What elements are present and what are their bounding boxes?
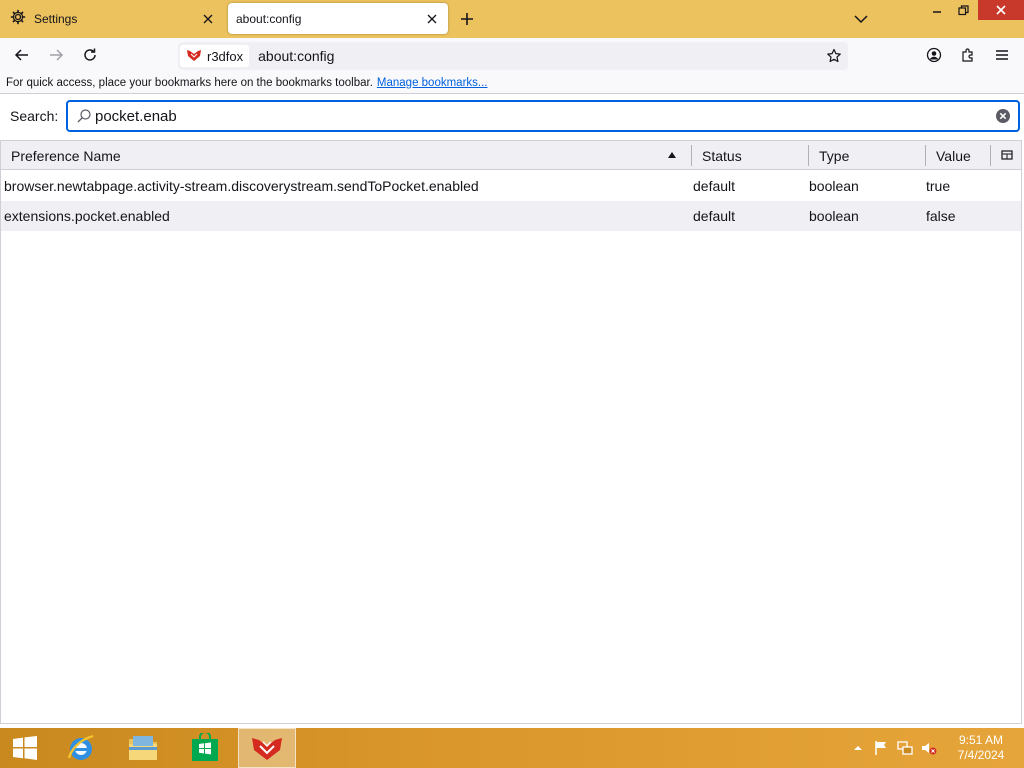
column-picker-icon[interactable] — [1001, 149, 1013, 161]
store-icon — [192, 733, 218, 761]
folder-icon — [129, 736, 157, 760]
r3dfox-taskbar-button[interactable] — [238, 728, 296, 768]
table-row[interactable]: extensions.pocket.enabled default boolea… — [1, 201, 1021, 231]
pref-name-cell: extensions.pocket.enabled — [4, 208, 170, 224]
column-header-status[interactable]: Status — [692, 141, 808, 170]
pref-value-cell[interactable]: false — [926, 201, 956, 231]
windows-taskbar: 9:51 AM 7/4/2024 — [0, 728, 1024, 768]
close-tab-icon[interactable] — [200, 11, 216, 27]
table-header: Preference Name Status Type Value — [1, 141, 1021, 170]
network-button[interactable] — [897, 740, 913, 756]
show-hidden-icons-button[interactable] — [850, 740, 866, 756]
account-button[interactable] — [921, 43, 947, 67]
column-header-label: Status — [702, 147, 742, 164]
window-close-button[interactable] — [978, 0, 1024, 20]
clock-date: 7/4/2024 — [957, 748, 1005, 762]
url-bar[interactable]: r3dfox about:config — [178, 42, 848, 70]
restore-icon — [957, 4, 969, 15]
column-header-label: Type — [819, 147, 850, 164]
column-divider[interactable] — [990, 145, 991, 166]
manage-bookmarks-link[interactable]: Manage bookmarks... — [377, 77, 488, 89]
network-icon — [897, 741, 913, 755]
extensions-button[interactable] — [955, 43, 981, 67]
action-center-button[interactable] — [873, 740, 889, 756]
search-icon — [77, 109, 91, 123]
search-box[interactable] — [66, 100, 1020, 132]
tab-settings[interactable]: Settings — [2, 3, 224, 34]
forward-button[interactable] — [43, 43, 69, 67]
internet-explorer-icon — [67, 734, 94, 760]
reload-icon — [84, 48, 96, 61]
identity-label: r3dfox — [207, 48, 244, 64]
arrow-left-icon — [14, 49, 28, 61]
pref-type-cell: boolean — [809, 178, 859, 194]
new-tab-button[interactable] — [456, 8, 478, 30]
bookmark-star-button[interactable] — [824, 46, 844, 66]
pref-type-cell: boolean — [809, 208, 859, 224]
column-header-type[interactable]: Type — [809, 141, 925, 170]
speaker-muted-icon — [922, 743, 937, 755]
file-explorer-button[interactable] — [118, 728, 168, 768]
store-button[interactable] — [180, 728, 230, 768]
close-icon — [996, 5, 1006, 15]
gear-icon — [10, 9, 26, 28]
url-text[interactable]: about:config — [258, 48, 334, 64]
r3dfox-logo-icon — [186, 48, 202, 65]
plus-icon — [461, 13, 473, 25]
column-header-preference-name[interactable]: Preference Name — [1, 141, 691, 170]
sort-ascending-icon — [668, 152, 676, 158]
star-icon — [827, 48, 841, 63]
clear-search-icon[interactable] — [995, 108, 1011, 124]
reload-button[interactable] — [77, 43, 103, 67]
windows-logo-icon — [13, 736, 37, 760]
search-label: Search: — [10, 108, 59, 124]
puzzle-icon — [962, 48, 973, 62]
preferences-table: Preference Name Status Type Value browse… — [0, 140, 1022, 724]
navigation-toolbar: r3dfox about:config — [0, 38, 1024, 72]
pref-status-cell: default — [693, 208, 736, 224]
volume-button[interactable] — [921, 740, 937, 756]
arrow-right-icon — [50, 49, 64, 61]
flag-icon — [875, 741, 886, 755]
title-bar: Settings about:config — [0, 0, 1024, 38]
bookmarks-message: For quick access, place your bookmarks h… — [6, 76, 373, 89]
hamburger-menu-icon — [996, 50, 1008, 60]
bookmarks-toolbar: For quick access, place your bookmarks h… — [0, 72, 1024, 94]
column-header-value[interactable]: Value — [926, 141, 990, 170]
start-button[interactable] — [0, 728, 50, 768]
r3dfox-icon — [252, 738, 282, 760]
back-button[interactable] — [9, 43, 35, 67]
identity-box[interactable]: r3dfox — [180, 45, 250, 67]
clock-time: 9:51 AM — [958, 733, 1004, 747]
tab-label: Settings — [34, 11, 78, 26]
search-input[interactable] — [95, 105, 975, 127]
restore-button[interactable] — [950, 0, 976, 20]
menu-button[interactable] — [989, 43, 1015, 67]
chevron-down-icon — [854, 15, 868, 24]
pref-status-cell: default — [693, 178, 736, 194]
column-header-label: Value — [936, 147, 971, 164]
minimize-button[interactable] — [924, 0, 950, 20]
close-tab-icon[interactable] — [424, 11, 440, 27]
account-icon — [926, 47, 942, 63]
pref-name-cell: browser.newtabpage.activity-stream.disco… — [4, 178, 479, 194]
tab-about-config[interactable]: about:config — [228, 3, 448, 34]
pref-value-cell[interactable]: true — [926, 171, 950, 201]
tab-label: about:config — [236, 11, 302, 26]
table-row[interactable]: browser.newtabpage.activity-stream.disco… — [1, 171, 1021, 201]
system-clock[interactable]: 9:51 AM 7/4/2024 — [948, 733, 1014, 763]
chevron-up-icon — [854, 746, 862, 750]
list-all-tabs-button[interactable] — [850, 8, 872, 30]
minimize-icon — [933, 11, 941, 13]
column-header-label: Preference Name — [11, 147, 121, 164]
internet-explorer-button[interactable] — [56, 728, 106, 768]
